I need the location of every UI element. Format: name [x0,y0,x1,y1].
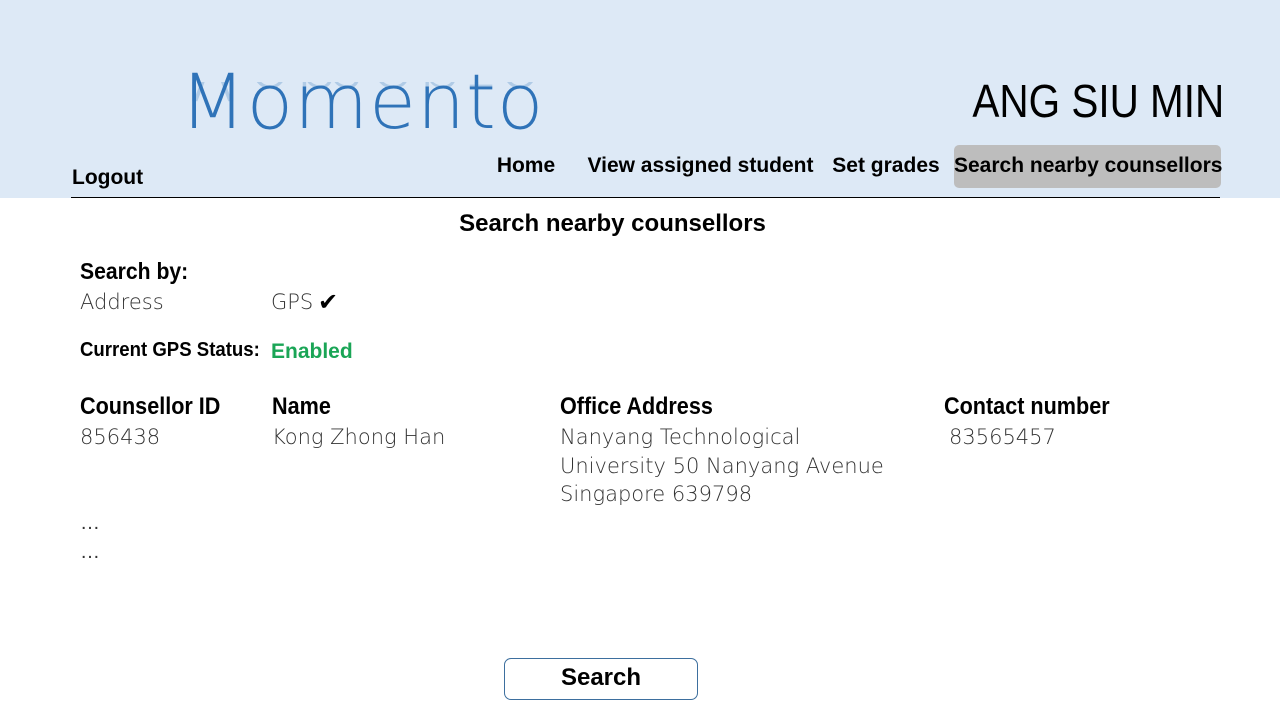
nav-search-nearby-counsellors[interactable]: Search nearby counsellors [954,145,1222,188]
address-line: Nanyang Technological [560,425,801,449]
gps-status-value: Enabled [271,340,353,363]
search-option-address[interactable]: Address [80,290,164,314]
column-header-counsellor-id: Counsellor ID [80,393,221,420]
logo: Momento Momento [180,52,544,170]
search-option-gps[interactable]: GPS [271,290,313,314]
page-title: Search nearby counsellors [459,210,766,237]
check-icon: ✔ [318,289,339,316]
nav-set-grades[interactable]: Set grades [828,145,944,188]
cell-name: Kong Zhong Han [272,425,446,449]
more-rows-ellipsis: … [80,512,102,534]
search-by-label: Search by: [80,258,189,284]
address-line: Singapore 639798 [560,482,753,506]
more-rows-ellipsis: … [80,541,102,563]
header: Momento Momento ANG SIU MIN Logout Home … [0,0,1280,198]
address-line: University 50 Nanyang Avenue [560,453,884,478]
nav-view-assigned-student[interactable]: View assigned student [584,145,817,188]
cell-contact-number: 83565457 [949,425,1056,449]
cell-office-address: Nanyang Technological University 50 Nany… [560,423,884,509]
logout-link[interactable]: Logout [72,166,143,190]
gps-status-label: Current GPS Status: [80,339,260,361]
column-header-contact-number: Contact number [944,393,1110,420]
search-button[interactable]: Search [504,658,698,700]
nav-home[interactable]: Home [488,145,564,188]
logo-reflection: Momento [180,82,544,122]
user-name: ANG SIU MIN [972,75,1224,127]
cell-counsellor-id: 856438 [80,425,161,449]
header-divider [71,197,1220,198]
column-header-office-address: Office Address [560,393,713,420]
column-header-name: Name [272,393,331,420]
